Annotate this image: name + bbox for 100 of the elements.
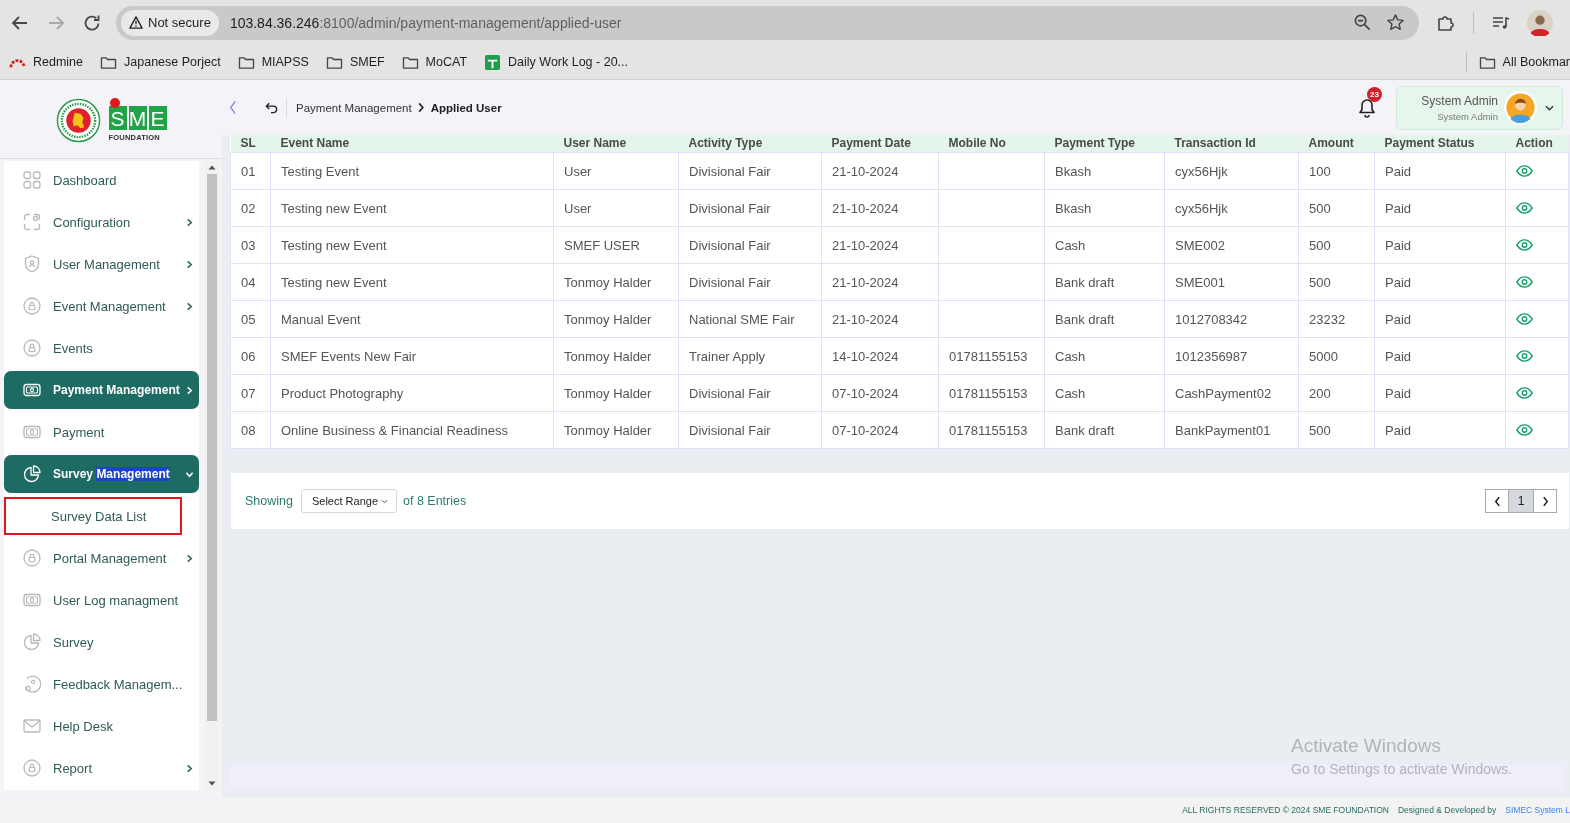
column-header: Activity Type — [678, 135, 822, 153]
column-header: Payment Status — [1374, 135, 1506, 153]
table-cell: 21-10-2024 — [821, 189, 939, 227]
next-page-button[interactable] — [1533, 489, 1557, 513]
bookmark-item[interactable]: MIAPSS — [237, 54, 309, 70]
entries-label: of 8 Entries — [403, 494, 467, 508]
credit-text: Designed & Developed by — [1398, 805, 1497, 815]
sidebar-item[interactable]: Portal Management — [4, 539, 199, 577]
lock-icon — [23, 549, 41, 567]
bookmark-item[interactable]: Daily Work Log - 20... — [484, 54, 628, 70]
sidebar-item[interactable]: Survey — [4, 623, 199, 661]
sidebar-item[interactable]: Events — [4, 329, 199, 367]
table-cell: SME001 — [1164, 263, 1299, 301]
breadcrumb-item: Applied User — [430, 101, 502, 114]
activation-title: Activate Windows — [1291, 735, 1442, 757]
shield-user-icon — [23, 255, 41, 273]
folder-icon — [401, 54, 419, 70]
eye-icon[interactable] — [1516, 350, 1533, 362]
sidebar-item[interactable]: Help Desk — [4, 707, 199, 745]
sidebar-item[interactable]: Dashboard — [4, 161, 199, 199]
table-cell: Divisional Fair — [678, 226, 822, 264]
range-select[interactable]: Select Range — [300, 489, 397, 513]
table-cell: Paid — [1374, 337, 1506, 375]
star-icon[interactable] — [1386, 13, 1405, 32]
sidebar-item[interactable]: Payment Management — [4, 371, 199, 409]
table-cell: 01781155153 — [938, 411, 1045, 449]
showing-label: Showing — [245, 494, 293, 508]
table-cell: Trainer Apply — [678, 337, 822, 375]
bookmark-item[interactable]: Japanese Porject — [100, 54, 221, 70]
table-cell: 21-10-2024 — [821, 152, 939, 190]
folder-icon — [237, 54, 255, 70]
folder-icon — [1478, 54, 1496, 70]
table-cell: SMEF Events New Fair — [270, 337, 554, 375]
table-cell: Cash — [1044, 226, 1165, 264]
table-cell: Divisional Fair — [678, 152, 822, 190]
sidebar-item[interactable]: Configuration — [4, 203, 199, 241]
user-card[interactable]: System Admin System Admin — [1396, 85, 1563, 130]
chevron-left-icon[interactable] — [229, 100, 236, 115]
table-cell: 01781155153 — [938, 374, 1045, 412]
pie-chart-icon — [23, 633, 41, 651]
column-header: Amount — [1298, 135, 1375, 153]
eye-icon[interactable] — [1516, 313, 1533, 325]
eye-icon[interactable] — [1516, 165, 1533, 177]
table-cell: 14-10-2024 — [821, 337, 939, 375]
table-cell: 08 — [230, 411, 271, 449]
column-header: SL — [230, 135, 271, 153]
eye-icon[interactable] — [1516, 387, 1533, 399]
table-cell: 1012708342 — [1164, 300, 1299, 338]
sidebar-item[interactable]: User Log managment — [4, 581, 199, 619]
sidebar-item[interactable]: Payment — [4, 413, 199, 451]
bookmark-item[interactable]: MoCAT — [401, 54, 468, 70]
user-name: System Admin — [1421, 93, 1498, 108]
bell-icon[interactable] — [1358, 97, 1376, 118]
security-chip[interactable]: Not secure — [121, 9, 219, 36]
sidebar-item[interactable]: Report — [4, 749, 199, 787]
table-cell: 500 — [1298, 189, 1375, 227]
sidebar-item[interactable]: Survey Management — [4, 455, 199, 493]
zoom-out-icon[interactable] — [1353, 13, 1372, 32]
table-cell: 21-10-2024 — [821, 300, 939, 338]
caret-down-icon — [381, 498, 388, 504]
undo-icon[interactable] — [265, 101, 278, 114]
table-cell: Bank draft — [1044, 411, 1165, 449]
table-cell: CashPayment02 — [1164, 374, 1299, 412]
bookmark-item[interactable]: Redmine — [9, 54, 84, 70]
address-bar[interactable]: Not secure 103.84.36.246:8100/admin/payment-management/applied-user — [116, 5, 1419, 40]
scrollbar-thumb[interactable] — [207, 174, 217, 721]
eye-icon[interactable] — [1516, 239, 1533, 251]
table-cell: SMEF USER — [553, 226, 679, 264]
profile-avatar-icon[interactable] — [1527, 9, 1553, 36]
all-bookmarks-button[interactable]: All Bookmar — [1478, 54, 1570, 70]
sidebar-item[interactable]: Event Management — [4, 287, 199, 325]
table-cell: 02 — [230, 189, 271, 227]
table-cell: Paid — [1374, 226, 1506, 264]
copyright-text: ALL RIGHTS RESERVED © 2024 SME FOUNDATION — [1182, 805, 1389, 815]
column-header: Mobile No — [938, 135, 1045, 153]
previous-page-button[interactable] — [1485, 489, 1509, 513]
sidebar-subitem[interactable]: Survey Data List — [4, 497, 182, 535]
bookmark-item[interactable]: SMEF — [325, 54, 385, 70]
table-cell: 500 — [1298, 226, 1375, 264]
table-cell: Paid — [1374, 152, 1506, 190]
mail-icon — [23, 717, 41, 735]
table-cell: Testing Event — [270, 152, 554, 190]
sidebar-item[interactable]: User Management — [4, 245, 199, 283]
eye-icon[interactable] — [1516, 276, 1533, 288]
eye-icon[interactable] — [1516, 202, 1533, 214]
caret-down-icon[interactable] — [1545, 104, 1554, 111]
sidebar-item[interactable]: Feedback Managem... — [4, 665, 199, 703]
column-header: Payment Type — [1044, 135, 1165, 153]
folder-icon — [325, 54, 343, 70]
column-header: User Name — [553, 135, 679, 153]
eye-icon[interactable] — [1516, 424, 1533, 436]
scrollbar-track[interactable] — [205, 161, 219, 790]
table-cell: National SME Fair — [678, 300, 822, 338]
breadcrumb-item[interactable]: Payment Management — [296, 101, 412, 114]
page-button[interactable]: 1 — [1509, 489, 1533, 513]
table-cell: 04 — [230, 263, 271, 301]
table-cell: SME002 — [1164, 226, 1299, 264]
lock-icon — [23, 759, 41, 777]
table-cell: BankPayment01 — [1164, 411, 1299, 449]
user-role: System Admin — [1437, 110, 1498, 122]
